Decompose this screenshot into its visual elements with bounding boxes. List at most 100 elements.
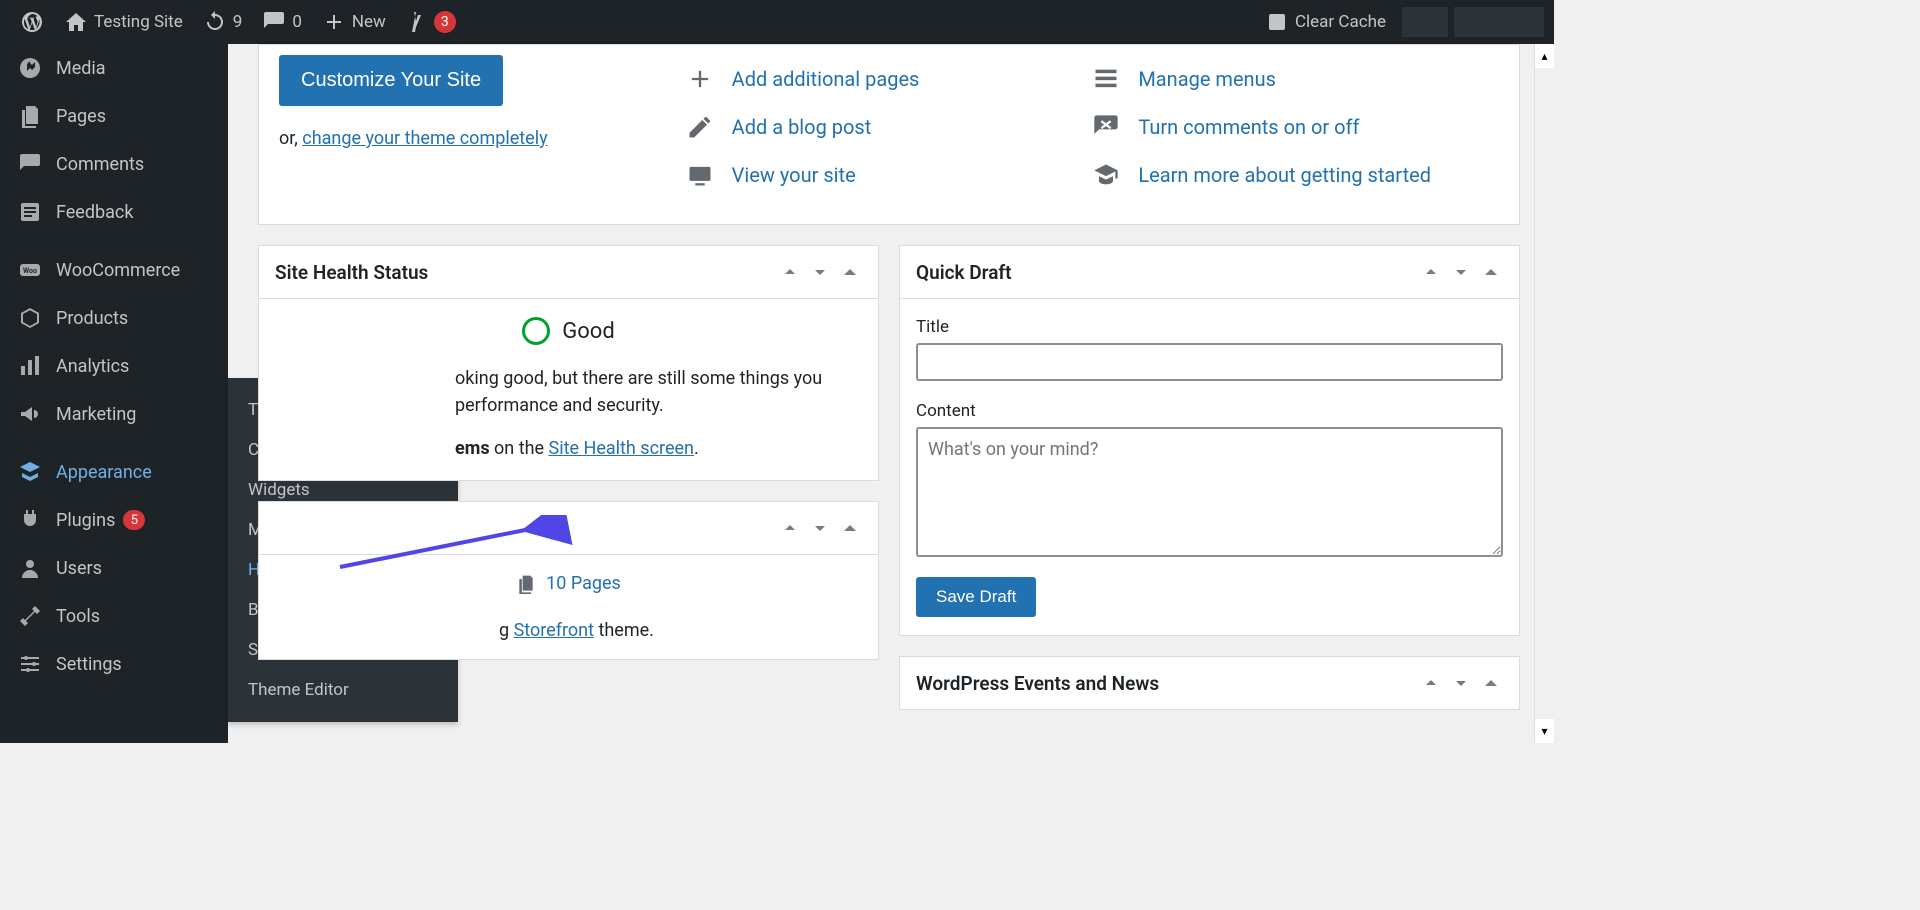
- add-pages-link[interactable]: Add additional pages: [732, 67, 920, 91]
- yoast[interactable]: 3: [396, 0, 466, 44]
- menu-appearance[interactable]: Appearance: [0, 448, 228, 496]
- menu-users[interactable]: Users: [0, 544, 228, 592]
- quick-draft-title: Quick Draft: [916, 261, 1413, 284]
- analytics-icon: [18, 354, 42, 378]
- comments-toggle-link[interactable]: Turn comments on or off: [1138, 115, 1359, 139]
- toggle-up-icon[interactable]: [1479, 260, 1503, 284]
- view-icon: [686, 161, 714, 189]
- menu-media-label: Media: [56, 58, 106, 79]
- menu-feedback-label: Feedback: [56, 202, 133, 223]
- pages-icon: [516, 574, 536, 594]
- menu-marketing[interactable]: Marketing: [0, 390, 228, 438]
- woocommerce-icon: Woo: [18, 258, 42, 282]
- site-name: Testing Site: [94, 12, 183, 32]
- new-label: New: [352, 12, 386, 32]
- toggle-up-icon[interactable]: [838, 516, 862, 540]
- events-news-box: WordPress Events and News: [899, 656, 1520, 710]
- add-post-link[interactable]: Add a blog post: [732, 115, 872, 139]
- clear-cache-label: Clear Cache: [1295, 12, 1386, 32]
- menu-plugins[interactable]: Plugins 5: [0, 496, 228, 544]
- wp-logo[interactable]: [10, 0, 54, 44]
- menu-tools[interactable]: Tools: [0, 592, 228, 640]
- aag-theme-link[interactable]: Storefront: [514, 620, 594, 641]
- comment-icon: [262, 10, 286, 34]
- chevron-up-icon[interactable]: [778, 260, 802, 284]
- settings-icon: [18, 652, 42, 676]
- comments-icon: [18, 152, 42, 176]
- menu-settings[interactable]: Settings: [0, 640, 228, 688]
- chevron-down-icon[interactable]: [1449, 260, 1473, 284]
- view-site-link[interactable]: View your site: [732, 163, 856, 187]
- health-desc2: performance and security.: [455, 392, 862, 419]
- admin-menu: Media Pages Comments Feedback Woo WooCom…: [0, 44, 228, 743]
- admin-bar-slot-1[interactable]: [1402, 7, 1448, 37]
- menu-marketing-label: Marketing: [56, 404, 136, 425]
- appearance-icon: [18, 460, 42, 484]
- draft-content-textarea[interactable]: [916, 427, 1503, 557]
- draft-title-input[interactable]: [916, 343, 1503, 381]
- site-health-title: Site Health Status: [275, 261, 772, 284]
- health-indicator: Good: [522, 317, 615, 345]
- chevron-up-icon[interactable]: [1419, 671, 1443, 695]
- toggle-up-icon[interactable]: [1479, 671, 1503, 695]
- site-health-box: Site Health Status Good oking good, but …: [258, 245, 879, 481]
- change-theme-link[interactable]: change your theme completely: [302, 128, 547, 149]
- chevron-down-icon[interactable]: [808, 516, 832, 540]
- scrollbar-track[interactable]: [1534, 68, 1554, 719]
- customize-site-button[interactable]: Customize Your Site: [279, 55, 503, 106]
- health-items: ems: [455, 438, 490, 459]
- scrollbar-up[interactable]: ▴: [1534, 44, 1554, 68]
- health-label: Good: [562, 319, 615, 344]
- comments-off-icon: [1092, 113, 1120, 141]
- tools-icon: [18, 604, 42, 628]
- marketing-icon: [18, 402, 42, 426]
- menu-products[interactable]: Products: [0, 294, 228, 342]
- feedback-icon: [18, 200, 42, 224]
- menu-settings-label: Settings: [56, 654, 122, 675]
- quick-draft-box: Quick Draft Title Content Save Draft: [899, 245, 1520, 636]
- chevron-up-icon[interactable]: [1419, 260, 1443, 284]
- cache-icon: [1265, 10, 1289, 34]
- menu-users-label: Users: [56, 558, 102, 579]
- comments[interactable]: 0: [252, 0, 312, 44]
- site-home[interactable]: Testing Site: [54, 0, 193, 44]
- manage-menus-link[interactable]: Manage menus: [1138, 67, 1276, 91]
- edit-icon: [686, 113, 714, 141]
- plugins-icon: [18, 508, 42, 532]
- menu-woocommerce[interactable]: Woo WooCommerce: [0, 246, 228, 294]
- aag-pages-link[interactable]: 10 Pages: [546, 573, 621, 594]
- menu-media[interactable]: Media: [0, 44, 228, 92]
- updates[interactable]: 9: [193, 0, 253, 44]
- save-draft-button[interactable]: Save Draft: [916, 577, 1036, 617]
- chevron-down-icon[interactable]: [808, 260, 832, 284]
- health-desc1: oking good, but there are still some thi…: [455, 365, 862, 392]
- menu-analytics[interactable]: Analytics: [0, 342, 228, 390]
- menu-comments[interactable]: Comments: [0, 140, 228, 188]
- admin-bar-slot-2[interactable]: [1454, 7, 1544, 37]
- toggle-up-icon[interactable]: [838, 260, 862, 284]
- menu-woocommerce-label: WooCommerce: [56, 260, 180, 281]
- at-a-glance-box: 10 Pages g Storefront theme.: [258, 501, 879, 660]
- menu-products-label: Products: [56, 308, 128, 329]
- clear-cache[interactable]: Clear Cache: [1255, 0, 1396, 44]
- at-a-glance-title: [275, 517, 772, 540]
- chevron-up-icon[interactable]: [778, 516, 802, 540]
- health-circle-icon: [522, 317, 550, 345]
- aag-pages: 10 Pages: [516, 573, 621, 594]
- yoast-count-badge: 3: [434, 11, 456, 33]
- plugins-count-badge: 5: [123, 510, 145, 530]
- users-icon: [18, 556, 42, 580]
- pages-icon: [18, 104, 42, 128]
- media-icon: [18, 56, 42, 80]
- draft-title-label: Title: [916, 317, 1503, 337]
- welcome-panel: Customize Your Site or, change your them…: [258, 44, 1520, 225]
- scrollbar-down[interactable]: ▾: [1534, 719, 1554, 743]
- plus-icon: [322, 10, 346, 34]
- menu-feedback[interactable]: Feedback: [0, 188, 228, 236]
- chevron-down-icon[interactable]: [1449, 671, 1473, 695]
- site-health-link[interactable]: Site Health screen: [549, 438, 694, 459]
- menu-pages-label: Pages: [56, 106, 106, 127]
- new-content[interactable]: New: [312, 0, 396, 44]
- learn-more-link[interactable]: Learn more about getting started: [1138, 163, 1431, 187]
- menu-pages[interactable]: Pages: [0, 92, 228, 140]
